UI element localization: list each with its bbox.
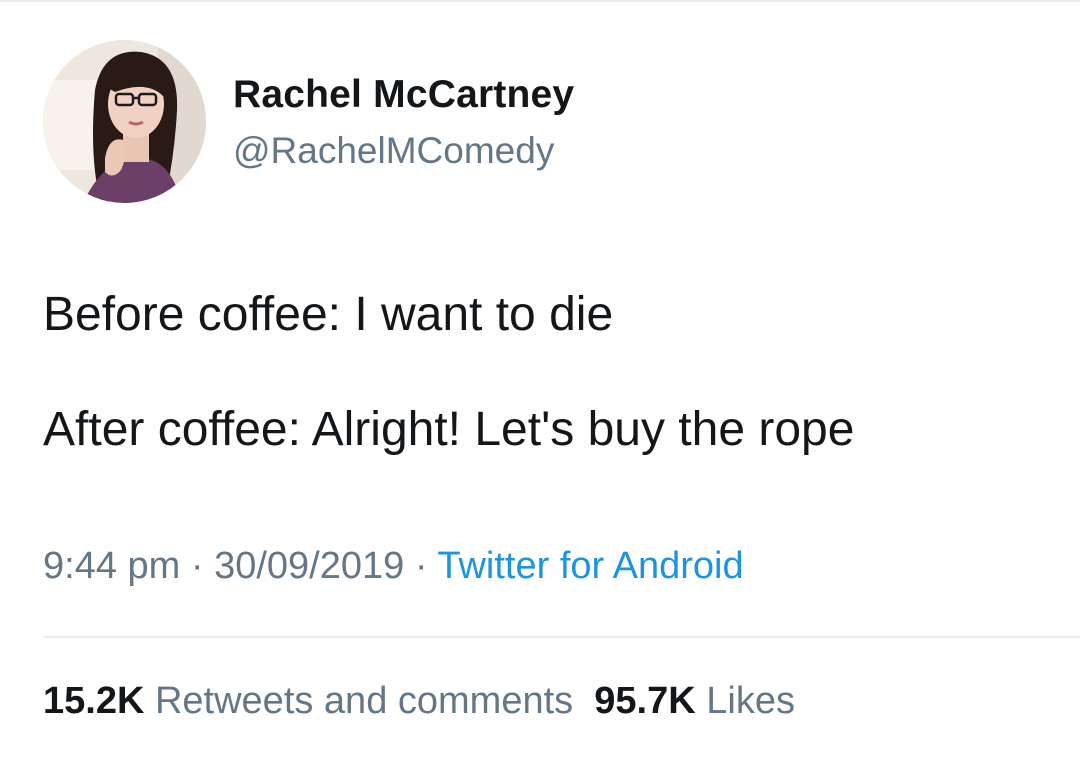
tweet-time[interactable]: 9:44 pm xyxy=(43,545,180,587)
profile-photo-icon xyxy=(43,40,206,203)
retweets-label: Retweets and comments xyxy=(154,680,574,722)
top-divider xyxy=(0,0,1080,2)
likes-label: Likes xyxy=(706,680,795,722)
meta-separator: · xyxy=(190,545,204,587)
tweet-stats: 15.2K Retweets and comments 95.7K Likes xyxy=(43,680,795,723)
likes-count: 95.7K xyxy=(594,680,696,722)
tweet-text-line: Before coffee: I want to die xyxy=(43,288,614,341)
retweets-count: 15.2K xyxy=(43,680,145,722)
tweet-source-link[interactable]: Twitter for Android xyxy=(437,545,743,587)
author-display-name[interactable]: Rachel McCartney xyxy=(233,73,574,117)
tweet-meta: 9:44 pm · 30/09/2019 · Twitter for Andro… xyxy=(43,545,744,588)
meta-separator: · xyxy=(414,545,428,587)
stats-divider xyxy=(43,636,1080,638)
avatar[interactable] xyxy=(43,40,206,203)
author-handle[interactable]: @RachelMComedy xyxy=(233,130,554,172)
tweet-text-line: After coffee: Alright! Let's buy the rop… xyxy=(43,403,855,456)
likes-stat[interactable]: 95.7K Likes xyxy=(594,680,795,722)
retweets-stat[interactable]: 15.2K Retweets and comments xyxy=(43,680,573,722)
tweet-date[interactable]: 30/09/2019 xyxy=(214,545,404,587)
